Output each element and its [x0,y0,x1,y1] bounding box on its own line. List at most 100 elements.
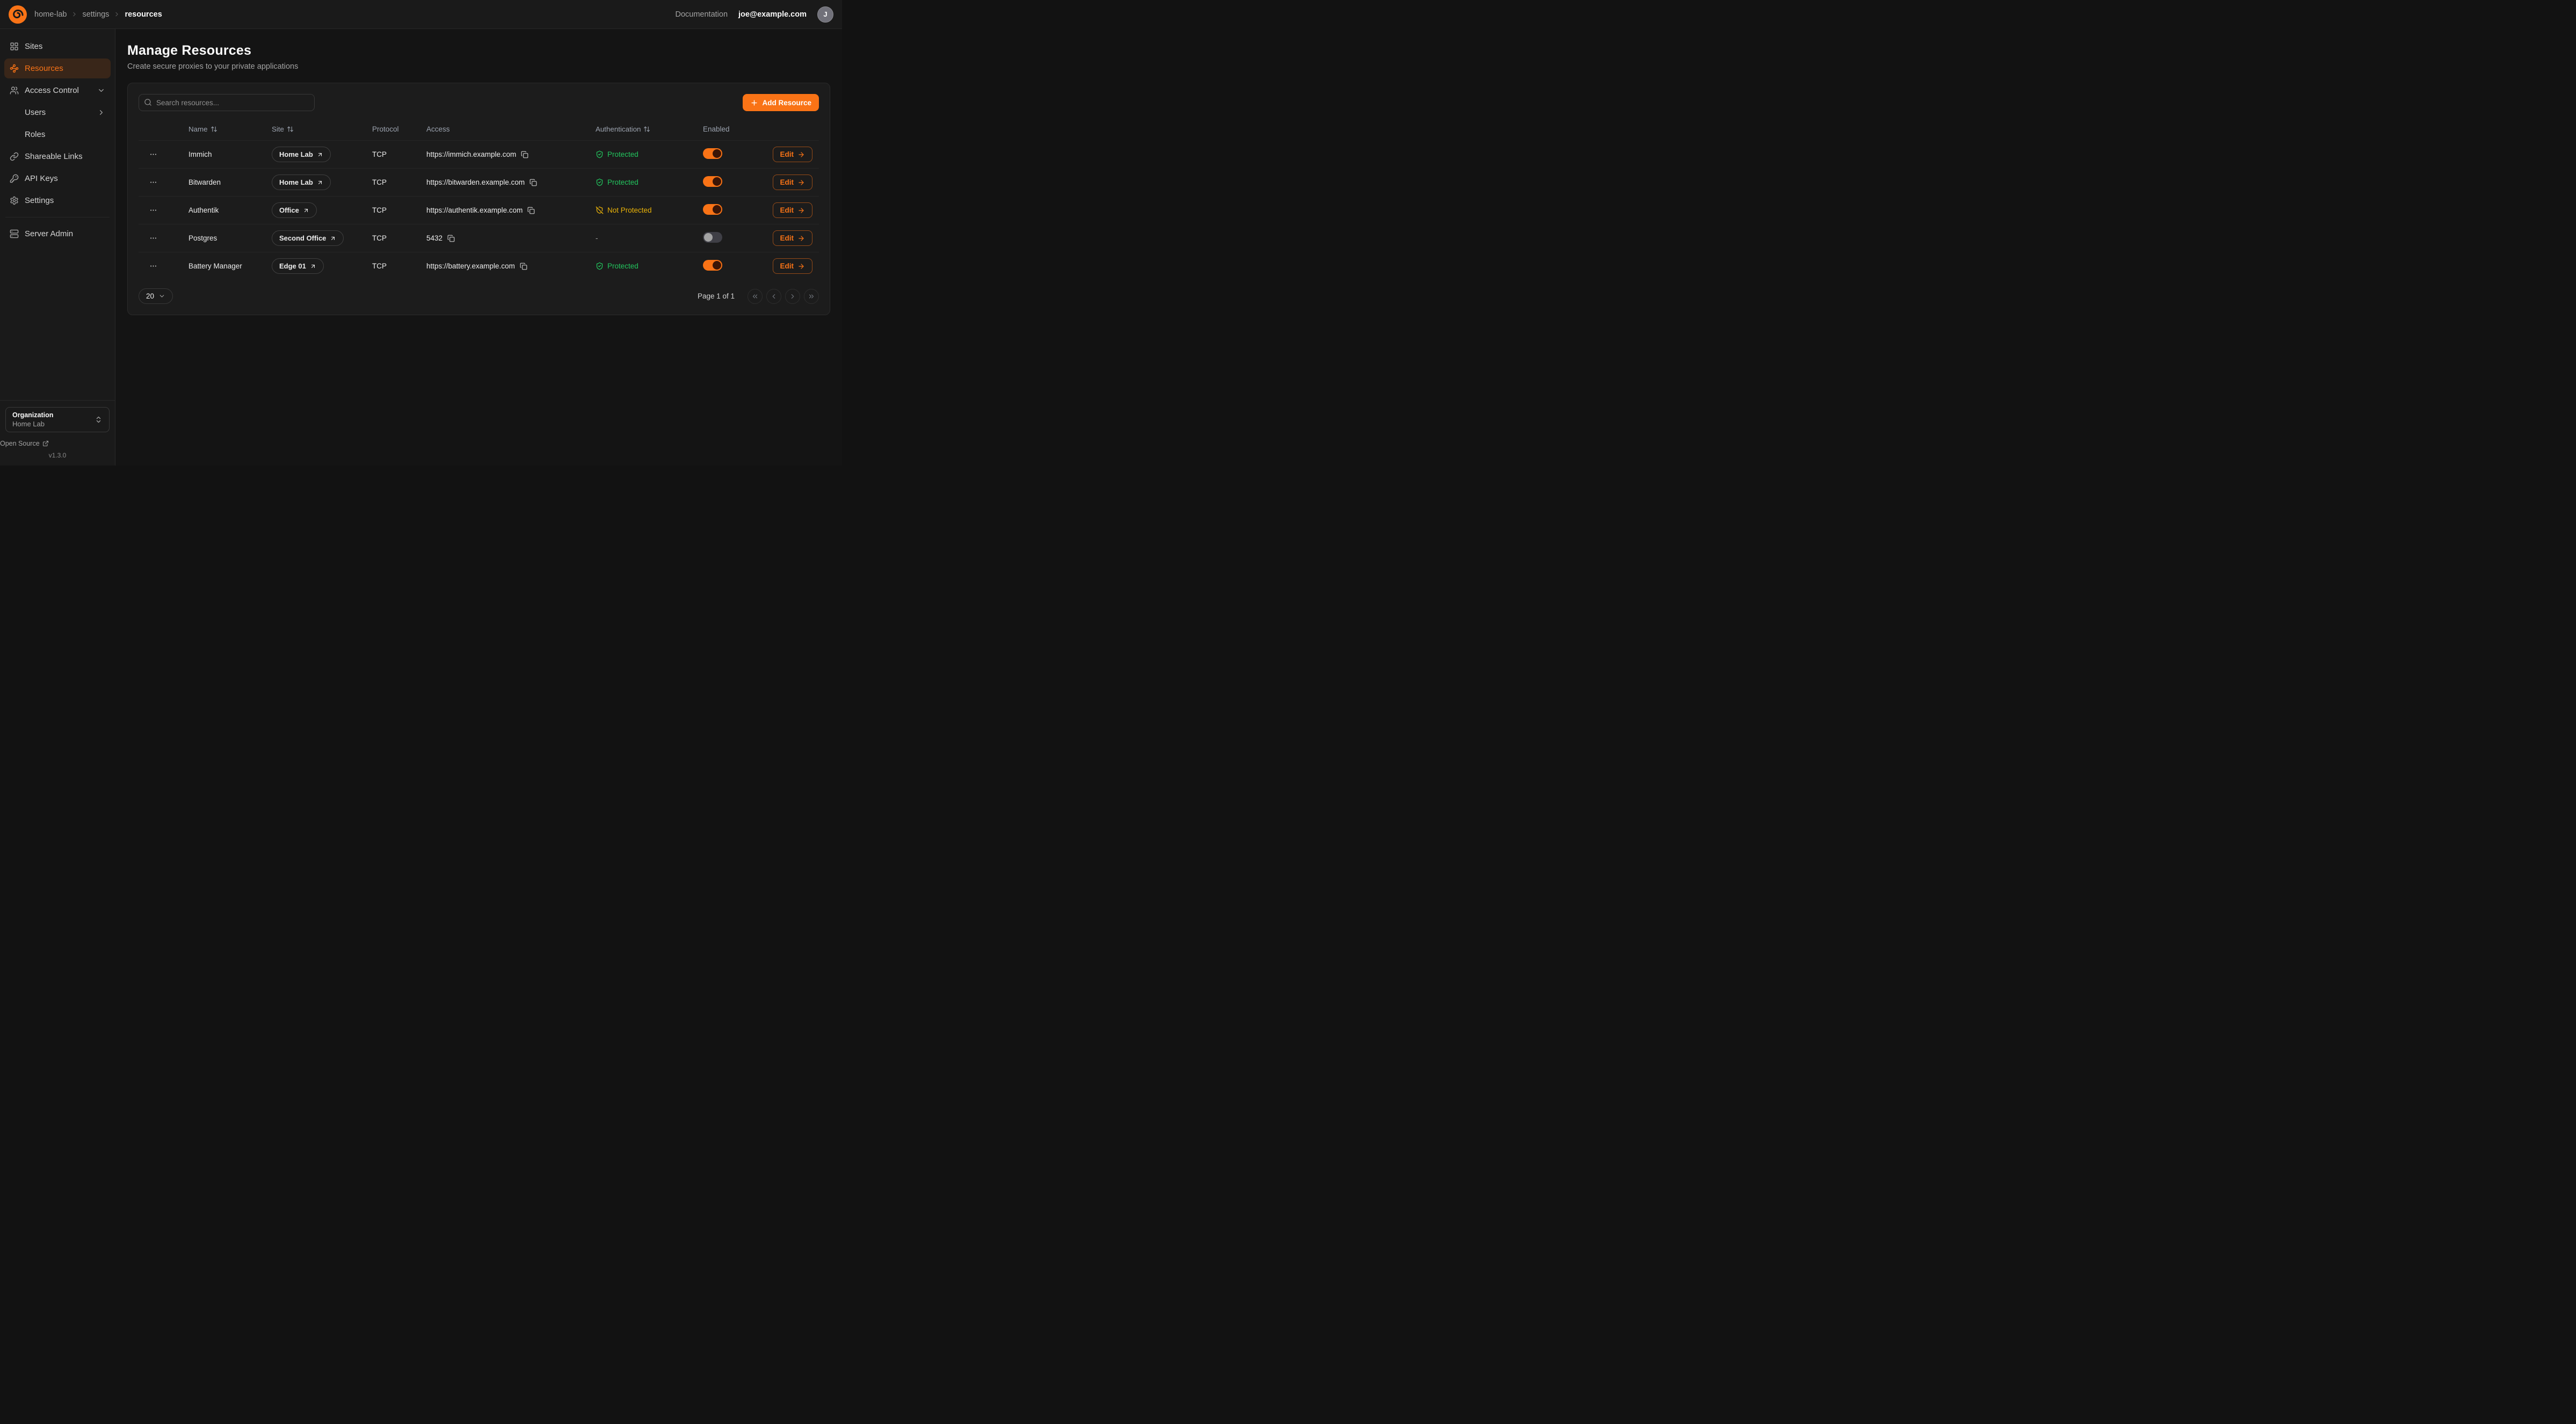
edit-button[interactable]: Edit [773,258,813,274]
ellipsis-icon [149,178,157,186]
access-value: https://bitwarden.example.com [426,178,525,186]
open-source-link[interactable]: Open Source [0,440,115,447]
chevron-right-icon [113,11,120,18]
arrow-right-icon [797,235,805,242]
site-link[interactable]: Home Lab [272,147,331,162]
toggle-knob [713,177,721,186]
sidebar-item-access-control[interactable]: Access Control [4,81,111,100]
search-input[interactable] [139,94,315,111]
shield-check-icon [596,150,604,158]
site-link[interactable]: Home Lab [272,175,331,190]
arrow-right-icon [797,179,805,186]
edit-label: Edit [780,206,794,214]
row-menu-button[interactable] [146,148,160,162]
user-email[interactable]: joe@example.com [738,10,807,19]
edit-label: Edit [780,262,794,270]
edit-button[interactable]: Edit [773,175,813,190]
waypoints-icon [10,64,19,73]
sort-icon [643,126,650,133]
row-menu-button[interactable] [146,176,160,190]
edit-label: Edit [780,234,794,242]
row-menu-button[interactable] [146,204,160,217]
sidebar-item-server-admin[interactable]: Server Admin [4,224,111,244]
arrow-right-icon [797,207,805,214]
resources-table: Name Site Protocol Access Authentication… [139,118,819,280]
ellipsis-icon [149,150,157,158]
first-page-button[interactable] [748,289,763,304]
sidebar-item-resources[interactable]: Resources [4,59,111,78]
topbar: home-lab settings resources Documentatio… [0,0,842,29]
arrow-up-right-icon [330,235,336,242]
enabled-toggle[interactable] [703,176,722,187]
avatar[interactable]: J [817,6,833,23]
main-content: Manage Resources Create secure proxies t… [115,29,842,466]
site-link[interactable]: Edge 01 [272,258,324,274]
chevron-left-icon [770,293,778,300]
enabled-toggle[interactable] [703,232,722,243]
protocol-value: TCP [372,206,426,214]
toggle-knob [713,149,721,158]
site-link[interactable]: Office [272,202,317,218]
toggle-knob [704,233,713,242]
site-name: Home Lab [279,178,313,186]
sidebar-item-users[interactable]: Users [4,103,111,122]
enabled-toggle[interactable] [703,260,722,271]
next-page-button[interactable] [785,289,800,304]
external-link-icon [42,440,49,447]
copy-button[interactable] [529,179,537,186]
chevron-down-icon [158,293,165,300]
column-authentication[interactable]: Authentication [596,125,703,133]
organization-label: Organization [12,411,95,419]
edit-button[interactable]: Edit [773,230,813,246]
sidebar-item-settings[interactable]: Settings [4,191,111,210]
site-link[interactable]: Second Office [272,230,344,246]
sidebar-item-label: Shareable Links [25,152,83,161]
enabled-toggle[interactable] [703,204,722,215]
sidebar-item-roles[interactable]: Roles [4,125,111,144]
column-site[interactable]: Site [272,125,372,133]
auth-cell: Not Protected [596,206,703,214]
copy-button[interactable] [527,207,535,214]
open-source-label: Open Source [0,440,40,447]
copy-button[interactable] [447,235,455,242]
table-row: Bitwarden Home Lab TCP https://bitwarden… [139,168,819,196]
breadcrumb-org[interactable]: home-lab [34,10,67,19]
organization-selector[interactable]: Organization Home Lab [5,407,110,432]
table-row: Immich Home Lab TCP https://immich.examp… [139,140,819,168]
column-name[interactable]: Name [188,125,272,133]
documentation-link[interactable]: Documentation [676,10,728,19]
copy-button[interactable] [521,151,528,158]
table-header: Name Site Protocol Access Authentication… [139,118,819,140]
protocol-value: TCP [372,234,426,242]
edit-button[interactable]: Edit [773,147,813,162]
enabled-toggle[interactable] [703,148,722,159]
copy-icon [529,179,537,186]
breadcrumb-settings[interactable]: settings [82,10,109,19]
sidebar-item-sites[interactable]: Sites [4,37,111,56]
page-size-select[interactable]: 20 [139,288,173,304]
copy-button[interactable] [520,263,527,270]
row-menu-button[interactable] [146,231,160,245]
arrow-up-right-icon [310,263,316,270]
sidebar-item-label: Roles [25,130,45,139]
auth-status: - [596,234,598,242]
site-name: Edge 01 [279,262,306,270]
chevron-down-icon [97,86,105,95]
arrow-right-icon [797,263,805,270]
column-protocol: Protocol [372,125,426,133]
key-icon [10,174,19,183]
sidebar-item-api-keys[interactable]: API Keys [4,169,111,188]
app-logo-icon [9,5,27,24]
last-page-button[interactable] [804,289,819,304]
add-resource-button[interactable]: Add Resource [743,94,819,111]
gear-icon [10,196,19,205]
previous-page-button[interactable] [766,289,781,304]
users-icon [10,86,19,95]
table-footer: 20 Page 1 of 1 [139,288,819,304]
row-menu-button[interactable] [146,259,160,273]
edit-button[interactable]: Edit [773,202,813,218]
table-row: Postgres Second Office TCP 5432 - Edit [139,224,819,252]
access-value: https://immich.example.com [426,150,516,158]
sidebar-item-shareable-links[interactable]: Shareable Links [4,147,111,166]
column-enabled: Enabled [703,125,777,133]
